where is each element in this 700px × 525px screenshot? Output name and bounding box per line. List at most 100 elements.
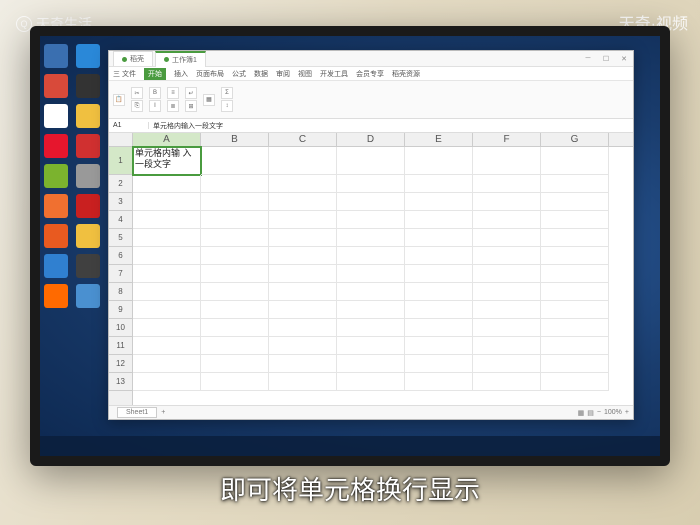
- cell[interactable]: [201, 355, 269, 373]
- cell-reference-box[interactable]: A1: [109, 122, 149, 129]
- column-header[interactable]: G: [541, 133, 609, 146]
- view-layout-icon[interactable]: ▤: [587, 409, 594, 417]
- cell[interactable]: [133, 265, 201, 283]
- cell[interactable]: [269, 355, 337, 373]
- desktop-icon-recycle-bin[interactable]: [44, 44, 68, 68]
- cell[interactable]: [541, 229, 609, 247]
- cell[interactable]: [133, 337, 201, 355]
- document-tab[interactable]: 工作簿1: [155, 51, 206, 67]
- cell[interactable]: [269, 211, 337, 229]
- cell[interactable]: [269, 301, 337, 319]
- row-header[interactable]: 4: [109, 211, 132, 229]
- column-header[interactable]: E: [405, 133, 473, 146]
- column-header[interactable]: D: [337, 133, 405, 146]
- cell[interactable]: [405, 283, 473, 301]
- cell[interactable]: [405, 301, 473, 319]
- cell[interactable]: [541, 193, 609, 211]
- cell[interactable]: [201, 337, 269, 355]
- desktop-icon-app-red3[interactable]: [76, 194, 100, 218]
- menu-item[interactable]: 插入: [174, 69, 188, 79]
- cell[interactable]: [541, 283, 609, 301]
- cell[interactable]: [473, 147, 541, 175]
- cell[interactable]: [337, 265, 405, 283]
- cell[interactable]: [337, 193, 405, 211]
- sort-button[interactable]: ↕: [221, 100, 233, 112]
- copy-button[interactable]: ⎘: [131, 100, 143, 112]
- wrap-text-button[interactable]: ↵: [185, 87, 197, 99]
- cell[interactable]: [201, 193, 269, 211]
- menu-item[interactable]: 稻壳资源: [392, 69, 420, 79]
- cell[interactable]: [473, 373, 541, 391]
- cell[interactable]: [337, 301, 405, 319]
- cell[interactable]: [133, 229, 201, 247]
- cell[interactable]: [269, 247, 337, 265]
- row-header[interactable]: 1: [109, 147, 132, 175]
- desktop-icon-app-red2[interactable]: [76, 134, 100, 158]
- cell[interactable]: [133, 301, 201, 319]
- cell[interactable]: [269, 175, 337, 193]
- cell[interactable]: [133, 355, 201, 373]
- row-header[interactable]: 6: [109, 247, 132, 265]
- cell[interactable]: 单元格内输 入一段文字: [133, 147, 201, 175]
- cell[interactable]: [473, 193, 541, 211]
- row-header[interactable]: 13: [109, 373, 132, 391]
- desktop-icon-app-gray[interactable]: [76, 164, 100, 188]
- cell[interactable]: [201, 283, 269, 301]
- cell[interactable]: [405, 247, 473, 265]
- select-all-corner[interactable]: [109, 133, 133, 147]
- desktop-icon-app-dark[interactable]: [76, 74, 100, 98]
- cell[interactable]: [201, 319, 269, 337]
- row-header[interactable]: 12: [109, 355, 132, 373]
- menu-item[interactable]: 公式: [232, 69, 246, 79]
- view-normal-icon[interactable]: ▦: [578, 409, 585, 417]
- desktop-icon-app-orange[interactable]: [44, 194, 68, 218]
- desktop-icon-folder[interactable]: [76, 104, 100, 128]
- cell[interactable]: [405, 337, 473, 355]
- desktop-icon-app-blue2[interactable]: [44, 254, 68, 278]
- column-header[interactable]: B: [201, 133, 269, 146]
- menu-item[interactable]: 开发工具: [320, 69, 348, 79]
- italic-button[interactable]: I: [149, 100, 161, 112]
- minimize-button[interactable]: ─: [579, 52, 597, 66]
- cell[interactable]: [269, 283, 337, 301]
- cell[interactable]: [133, 211, 201, 229]
- cell[interactable]: [405, 229, 473, 247]
- cell[interactable]: [337, 373, 405, 391]
- cell[interactable]: [473, 265, 541, 283]
- cell[interactable]: [133, 283, 201, 301]
- desktop-icon-app-blue3[interactable]: [76, 284, 100, 308]
- cell[interactable]: [269, 147, 337, 175]
- cell[interactable]: [473, 337, 541, 355]
- cells-area[interactable]: 单元格内输 入一段文字: [133, 147, 633, 405]
- desktop-icon-folder2[interactable]: [76, 224, 100, 248]
- cell[interactable]: [541, 355, 609, 373]
- cell[interactable]: [337, 147, 405, 175]
- cell[interactable]: [201, 211, 269, 229]
- row-header[interactable]: 3: [109, 193, 132, 211]
- cell[interactable]: [201, 147, 269, 175]
- cut-button[interactable]: ✂: [131, 87, 143, 99]
- cell[interactable]: [541, 147, 609, 175]
- cell[interactable]: [473, 229, 541, 247]
- cell[interactable]: [541, 211, 609, 229]
- cell[interactable]: [269, 373, 337, 391]
- column-header[interactable]: A: [133, 133, 201, 146]
- cell[interactable]: [269, 337, 337, 355]
- cell[interactable]: [201, 265, 269, 283]
- cell[interactable]: [201, 175, 269, 193]
- cell[interactable]: [337, 175, 405, 193]
- cell[interactable]: [133, 373, 201, 391]
- desktop-icon-app-red[interactable]: [44, 74, 68, 98]
- column-header[interactable]: F: [473, 133, 541, 146]
- cell[interactable]: [541, 319, 609, 337]
- cell[interactable]: [337, 319, 405, 337]
- sum-button[interactable]: Σ: [221, 87, 233, 99]
- desktop-icon-qq[interactable]: [44, 104, 68, 128]
- cell[interactable]: [269, 319, 337, 337]
- align-left-button[interactable]: ≡: [167, 87, 179, 99]
- cell[interactable]: [473, 355, 541, 373]
- cell[interactable]: [337, 229, 405, 247]
- sheet-tab[interactable]: Sheet1: [117, 407, 157, 418]
- cell[interactable]: [405, 147, 473, 175]
- desktop-icon-app-dark2[interactable]: [76, 254, 100, 278]
